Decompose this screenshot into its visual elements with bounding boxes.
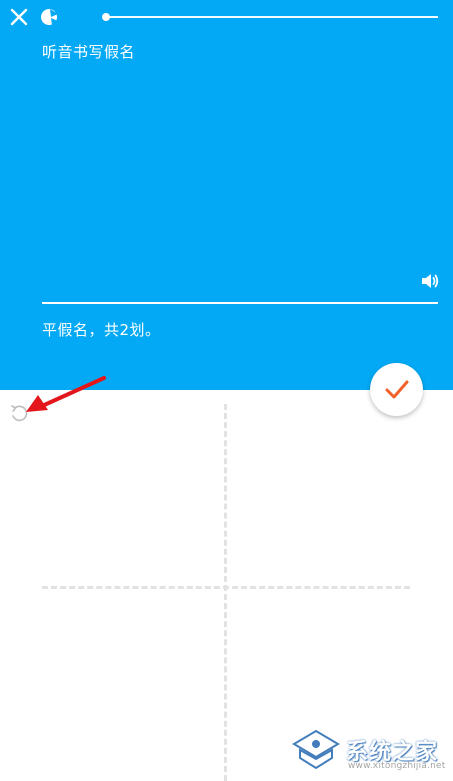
close-icon [10,8,28,26]
stroke-hint: 平假名，共2划。 [42,321,161,339]
watermark-url: www.xitongzhijia.net [348,761,446,771]
progress-bar [102,13,438,21]
checkmark-icon [385,380,409,399]
close-button[interactable] [7,5,31,29]
grid-vertical-guide [224,404,227,781]
mascot-icon [40,8,58,26]
speaker-icon [422,274,439,288]
progress-indicator [102,13,110,21]
play-audio-button[interactable] [420,271,440,291]
answer-line [42,302,438,304]
grid-horizontal-guide [42,586,410,589]
watermark: 系统之家 www.xitongzhijia.net [290,728,450,776]
watermark-logo-icon [292,729,340,770]
submit-button[interactable] [370,363,423,416]
annotation-arrow-icon [26,376,106,412]
prompt-title: 听音书写假名 [42,43,136,61]
prompt-panel: 听音书写假名 平假名，共2划。 [0,0,453,390]
